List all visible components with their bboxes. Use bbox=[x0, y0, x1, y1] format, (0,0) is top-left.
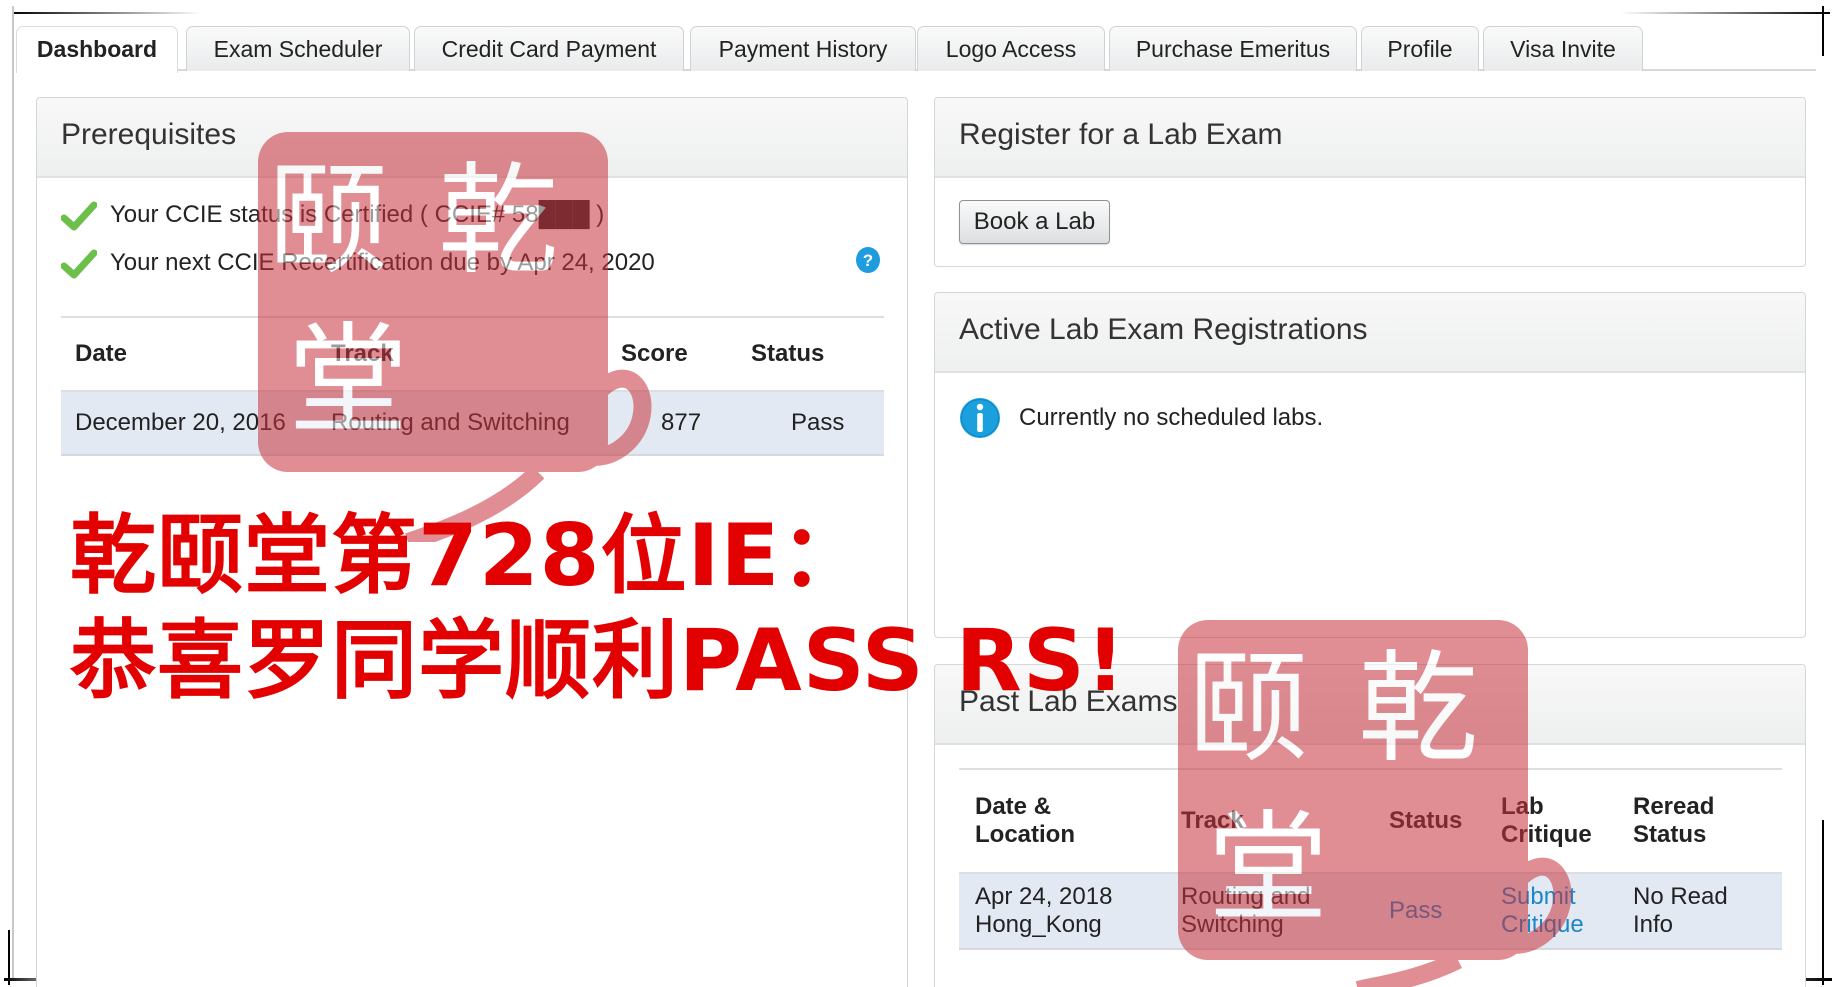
table-row: Apr 24, 2018 Hong_Kong Routing and Switc… bbox=[959, 873, 1782, 949]
header-text: Critique bbox=[1501, 821, 1592, 848]
status-pass-link[interactable]: Pass bbox=[1389, 897, 1442, 924]
header-track: Track bbox=[1181, 807, 1244, 834]
register-lab-header: Register for a Lab Exam bbox=[935, 98, 1805, 178]
check-icon bbox=[61, 249, 97, 279]
tab-profile[interactable]: Profile bbox=[1361, 26, 1479, 71]
crop-mark-bottom-right-v bbox=[1822, 820, 1824, 985]
cell-status: Pass bbox=[791, 409, 845, 436]
book-a-lab-button[interactable]: Book a Lab bbox=[959, 200, 1110, 244]
info-icon bbox=[960, 398, 1000, 438]
cell-track: Routing and Switching bbox=[331, 409, 570, 436]
prerequisites-table: Date Track Score Status December 20, 201… bbox=[61, 318, 884, 456]
check-icon bbox=[61, 201, 97, 231]
active-registrations-title: Active Lab Exam Registrations bbox=[959, 313, 1368, 346]
tab-bar: Dashboard Exam Scheduler Credit Card Pay… bbox=[16, 26, 1816, 73]
header-lab-critique: Lab Critique bbox=[1501, 770, 1633, 873]
crop-mark-top-right-h bbox=[1620, 12, 1830, 14]
prerequisites-title: Prerequisites bbox=[61, 118, 237, 151]
header-text: Reread bbox=[1633, 793, 1715, 820]
header-text: Date & bbox=[975, 793, 1052, 820]
past-lab-exams-table: Date & Location Track Status Lab Critiqu… bbox=[959, 770, 1782, 950]
active-registrations-panel: Active Lab Exam Registrations Currently … bbox=[934, 292, 1806, 638]
tab-exam-scheduler[interactable]: Exam Scheduler bbox=[186, 26, 410, 71]
header-status: Status bbox=[751, 340, 825, 367]
register-lab-title: Register for a Lab Exam bbox=[959, 118, 1283, 151]
track-text: Switching bbox=[1181, 911, 1284, 938]
reread-text: No Read bbox=[1633, 883, 1728, 910]
link-text[interactable]: Critique bbox=[1501, 911, 1633, 939]
header-reread-status: Reread Status bbox=[1633, 770, 1782, 873]
header-text: Status bbox=[1633, 821, 1707, 848]
table-row: December 20, 2016 Routing and Switching … bbox=[61, 391, 884, 455]
prerequisites-header: Prerequisites bbox=[37, 98, 907, 178]
tab-credit-card-payment[interactable]: Credit Card Payment bbox=[414, 26, 684, 71]
active-registrations-header: Active Lab Exam Registrations bbox=[935, 293, 1805, 373]
cell-status: Pass bbox=[1389, 873, 1501, 949]
header-date: Date bbox=[75, 340, 128, 367]
tab-payment-history[interactable]: Payment History bbox=[690, 26, 916, 71]
crop-mark-top-left-v bbox=[12, 6, 14, 981]
question-circle-icon[interactable]: ? bbox=[855, 246, 881, 274]
cell-score: 877 bbox=[661, 409, 702, 436]
cell-date: December 20, 2016 bbox=[75, 409, 286, 436]
tab-logo-access[interactable]: Logo Access bbox=[917, 26, 1105, 71]
exam-location: Hong_Kong bbox=[975, 911, 1102, 938]
header-date-location: Date & Location bbox=[959, 770, 1181, 873]
cell-reread-status: No Read Info bbox=[1633, 873, 1782, 949]
crop-mark-top-left-h bbox=[12, 12, 202, 14]
svg-text:?: ? bbox=[863, 251, 873, 270]
header-text: Lab bbox=[1501, 793, 1544, 820]
link-text[interactable]: Submit bbox=[1501, 883, 1633, 911]
cell-track: Routing and Switching bbox=[1181, 873, 1389, 949]
table-header-row: Date & Location Track Status Lab Critiqu… bbox=[959, 770, 1782, 873]
register-lab-panel: Register for a Lab Exam Book a Lab bbox=[934, 97, 1806, 267]
banner-line-2: 恭喜罗同学顺利PASS RS! bbox=[70, 611, 1127, 711]
crop-mark-bottom-left-v bbox=[8, 930, 10, 985]
tab-visa-invite[interactable]: Visa Invite bbox=[1483, 26, 1643, 71]
cell-lab-critique: Submit Critique bbox=[1501, 873, 1633, 949]
header-score: Score bbox=[621, 340, 688, 367]
reread-text: Info bbox=[1633, 911, 1674, 938]
track-text: Routing and bbox=[1181, 883, 1311, 910]
header-status: Status bbox=[1389, 807, 1463, 834]
cell-date-location: Apr 24, 2018 Hong_Kong bbox=[959, 873, 1181, 949]
tab-dashboard[interactable]: Dashboard bbox=[16, 26, 178, 73]
header-track: Track bbox=[331, 340, 394, 367]
tab-purchase-emeritus[interactable]: Purchase Emeritus bbox=[1109, 26, 1357, 71]
exam-date: Apr 24, 2018 bbox=[975, 883, 1113, 910]
header-text: Location bbox=[975, 821, 1075, 848]
no-scheduled-labs-message: Currently no scheduled labs. bbox=[1019, 404, 1324, 431]
recertification-due-text: Your next CCIE Recertification due by Ap… bbox=[110, 249, 655, 276]
ccie-status-text: Your CCIE status is Certified ( CCIE# 58… bbox=[110, 201, 605, 228]
crop-mark-top-right-v bbox=[1822, 6, 1824, 56]
submit-critique-link[interactable]: Submit Critique bbox=[1501, 883, 1633, 939]
table-header-row: Date Track Score Status bbox=[61, 318, 884, 391]
